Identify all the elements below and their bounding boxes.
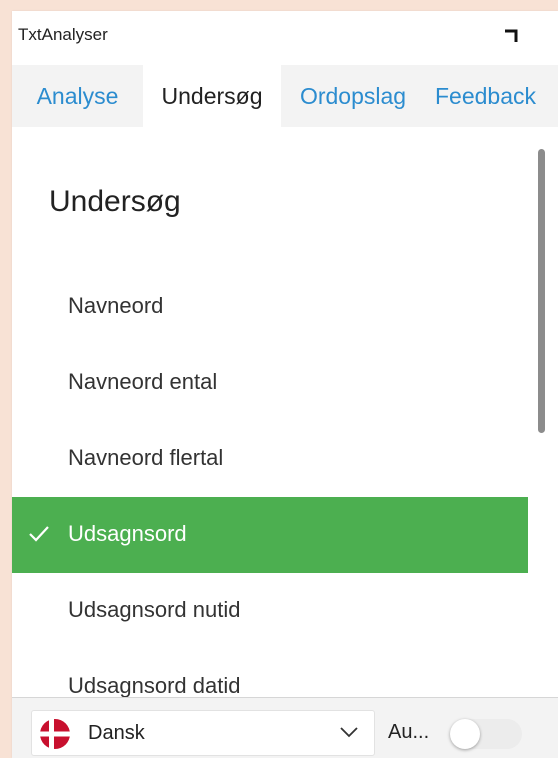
list-item-label: Navneord [68,293,164,318]
section-title: Undersøg [49,185,181,218]
list-item-navneord-ental[interactable]: Navneord ental [12,345,528,421]
list-item-navneord[interactable]: Navneord [12,269,528,345]
title-bar: TxtAnalyser [12,11,558,65]
chevron-down-icon [340,727,358,738]
content-area: Undersøg Navneord Navneord ental Navneor… [12,127,558,697]
list-item-label: Udsagnsord nutid [68,597,241,622]
danish-flag-icon [40,719,70,749]
auto-toggle[interactable] [450,719,522,749]
tab-bar: Analyse Undersøg Ordopslag Feedback [12,65,558,128]
vertical-scrollbar[interactable] [538,149,545,433]
toggle-knob[interactable] [450,719,480,749]
list-item-label: Udsagnsord [68,521,187,546]
list-item-label: Navneord flertal [68,445,224,470]
app-panel: TxtAnalyser Analyse Undersøg Ordopslag F… [12,11,558,758]
corner-collapse-icon[interactable] [504,29,518,43]
list-item-label: Udsagnsord datid [68,673,241,697]
list-item-udsagnsord-datid[interactable]: Udsagnsord datid [12,649,528,697]
tab-ordopslag[interactable]: Ordopslag [281,65,425,127]
app-title: TxtAnalyser [18,25,108,44]
list-item-udsagnsord-nutid[interactable]: Udsagnsord nutid [12,573,528,649]
language-label: Dansk [88,722,145,744]
tab-analyse[interactable]: Analyse [12,65,143,127]
checkmark-icon [29,526,49,542]
footer-bar: Dansk Au... [12,697,558,758]
language-select[interactable]: Dansk [31,710,375,756]
list-item-udsagnsord[interactable]: Udsagnsord [12,497,528,573]
auto-label: Au... [388,721,430,743]
list-item-navneord-flertal[interactable]: Navneord flertal [12,421,528,497]
tab-undersog[interactable]: Undersøg [143,65,281,127]
list-item-label: Navneord ental [68,369,218,394]
tab-feedback[interactable]: Feedback [425,65,558,127]
